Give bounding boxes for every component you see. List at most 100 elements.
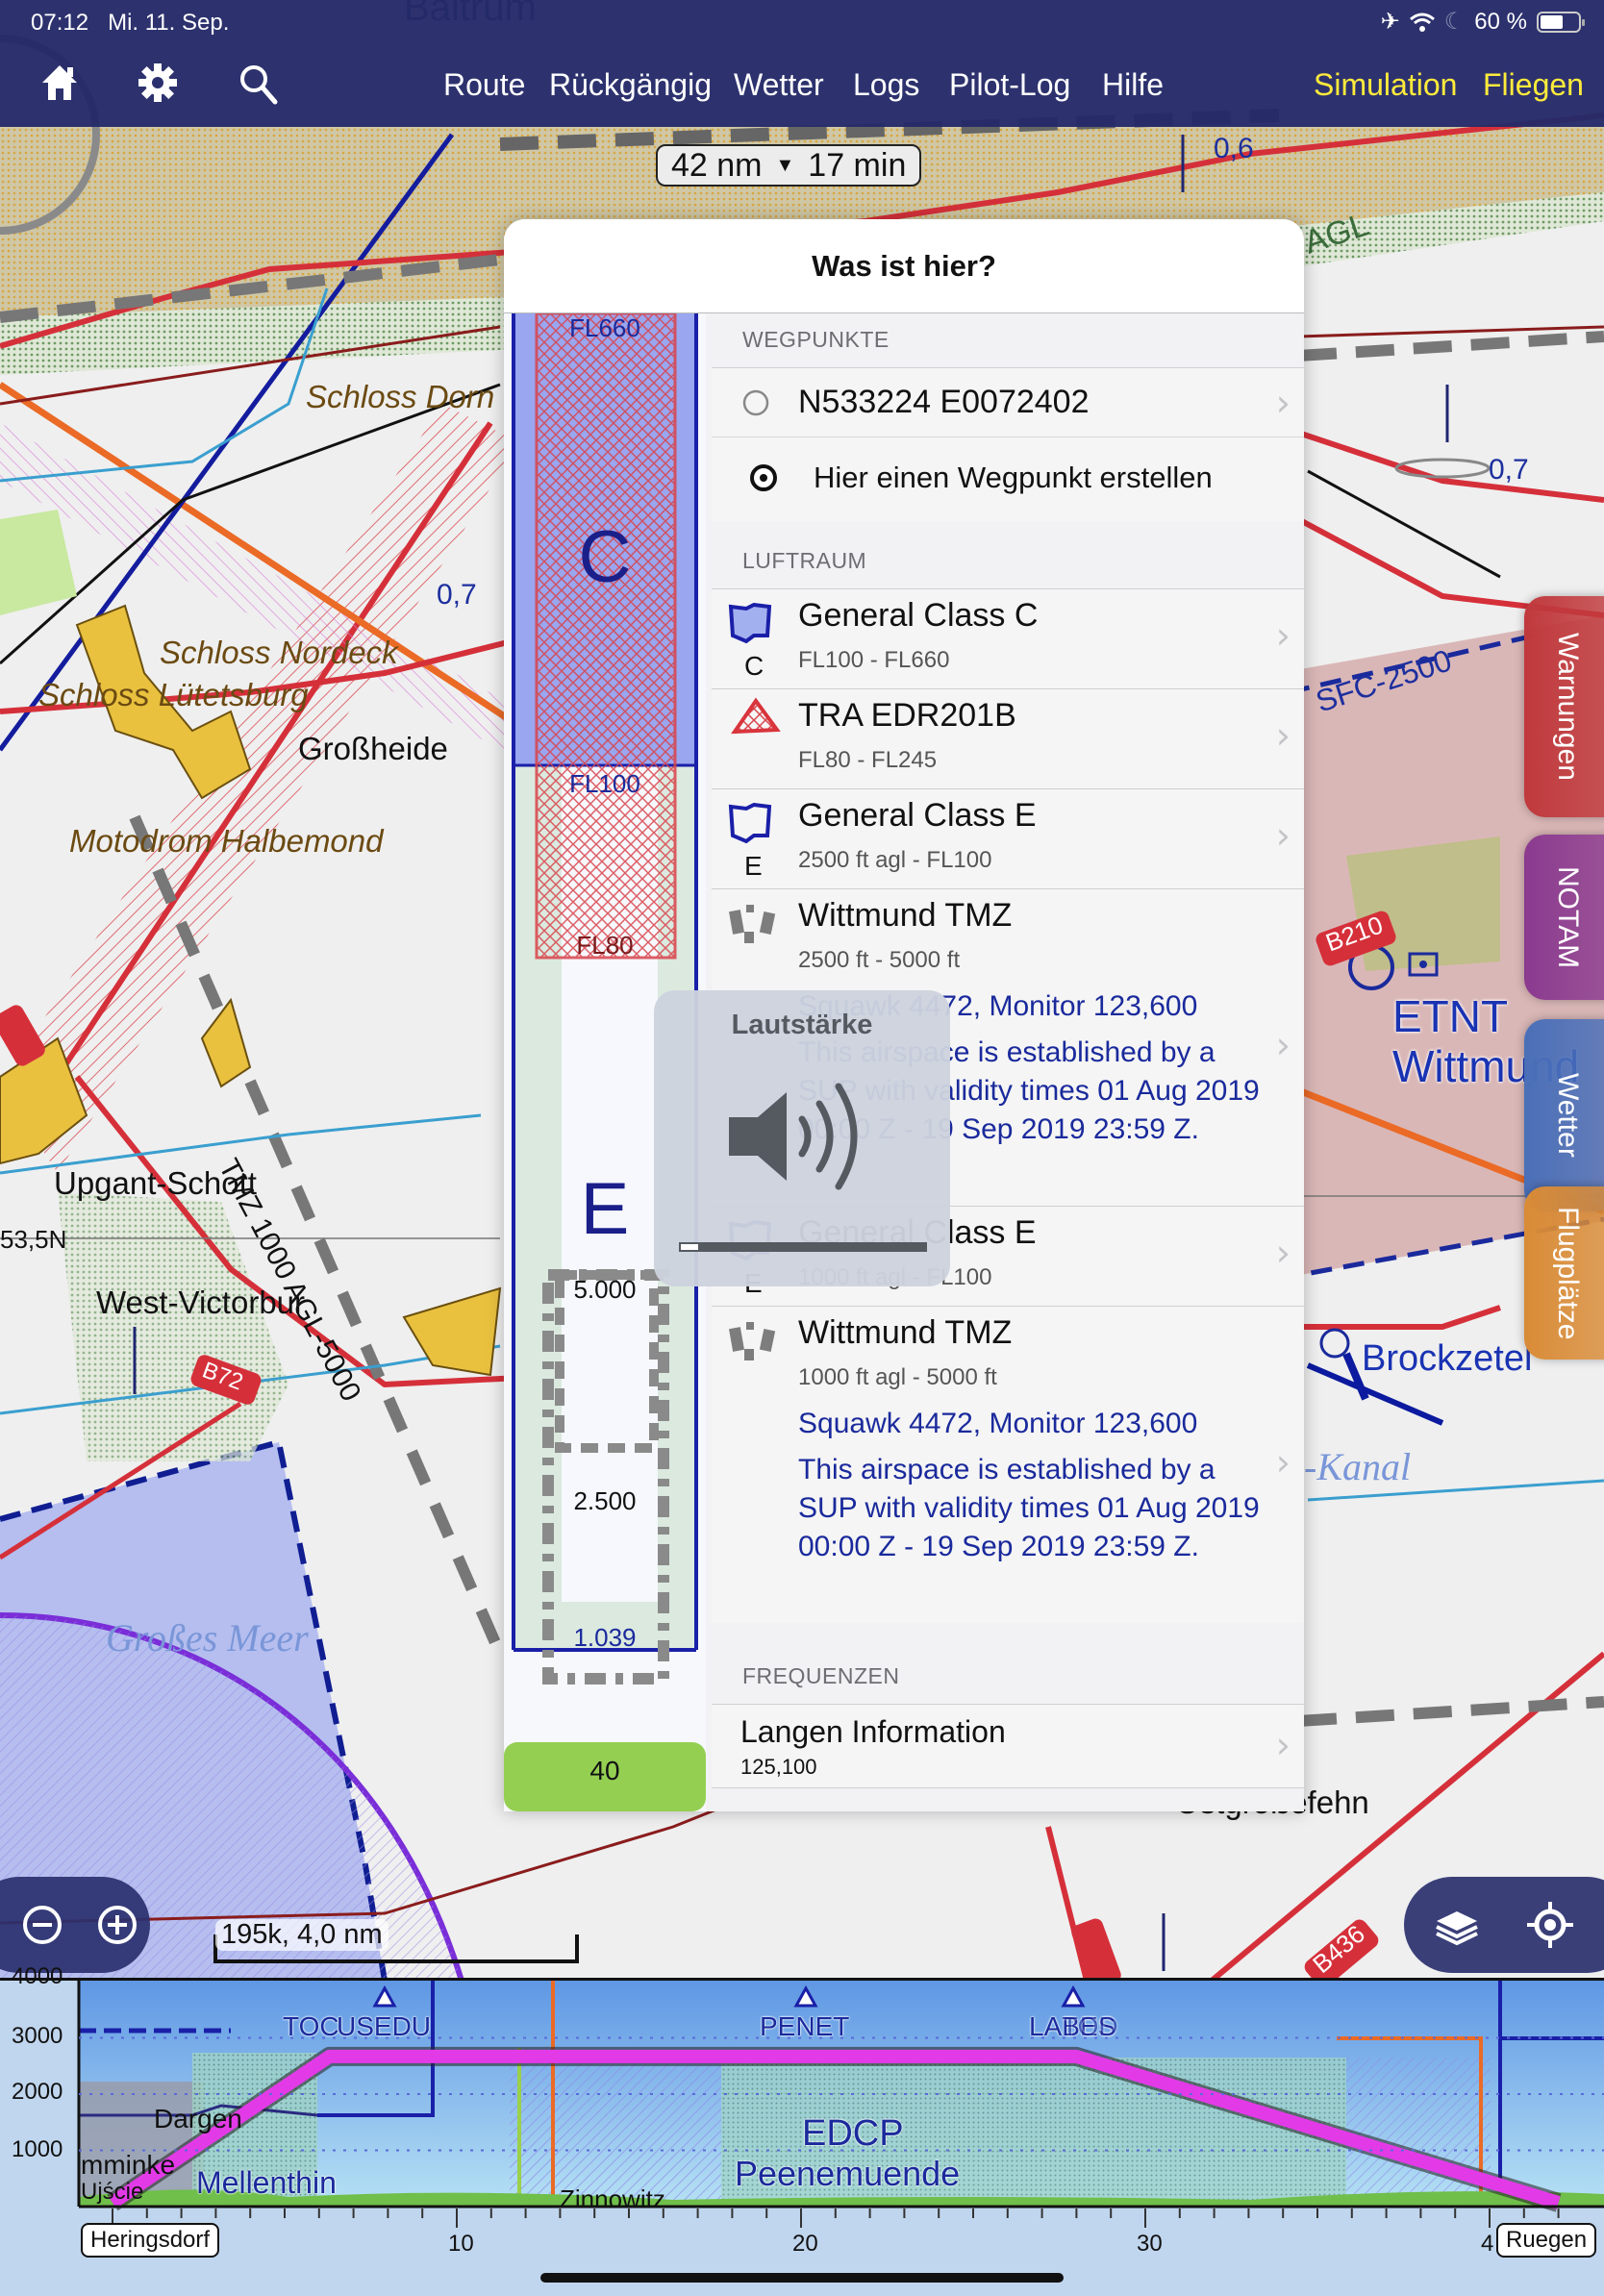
menu-logs[interactable]: Logs (853, 67, 919, 103)
airspace-row[interactable]: Wittmund TMZ 1000 ft agl - 5000 ft Squaw… (712, 1306, 1304, 1623)
chevron-right-icon: › (1275, 382, 1291, 424)
tmz-icon (729, 1322, 776, 1360)
map-scale-label: 195k, 4,0 nm (215, 1919, 388, 1951)
tab-weather[interactable]: Wetter (1524, 1019, 1604, 1211)
chevron-right-icon: › (1275, 1724, 1291, 1766)
airspace-name: Wittmund TMZ (798, 897, 1013, 934)
profile-y-tick: 4000 (12, 1963, 63, 1989)
section-header-frequencies: FREQUENZEN (742, 1663, 900, 1688)
tab-notam[interactable]: NOTAM (1524, 835, 1604, 1000)
profile-place: Peenemuende (735, 2154, 961, 2193)
status-bar-time: 07:12 Mi. 11. Sep. (31, 10, 229, 37)
alt-label-1039: 1.039 (573, 1623, 637, 1652)
map-label-grosses-meer: Großes Meer (106, 1616, 309, 1660)
menu-pilot-log[interactable]: Pilot-Log (949, 67, 1070, 103)
fly-button[interactable]: Fliegen (1483, 67, 1584, 103)
airspace-class-letter: C (744, 651, 764, 681)
chevron-right-icon: › (1275, 714, 1291, 757)
profile-place: Dargen (154, 2104, 242, 2134)
waypoint-coordinates-row[interactable]: N533224 E0072402 › (712, 367, 1304, 437)
airspace-name: General Class C (798, 597, 1039, 634)
frequency-row[interactable]: Langen Information 125,100 › (712, 1704, 1304, 1788)
frequency-value: 125,100 (740, 1755, 817, 1779)
profile-x-tick: 10 (448, 2231, 474, 2257)
map-label-brockzetel: Brockzetel (1362, 1338, 1533, 1379)
tmz-icon (729, 905, 776, 943)
airspace-row[interactable]: E General Class E 2500 ft agl - FL100 › (712, 788, 1304, 888)
status-bar-right: ✈ ☾ 60 % (1380, 8, 1585, 36)
frequency-name: Langen Information (740, 1714, 1006, 1749)
profile-place: mminke (81, 2150, 176, 2180)
profile-x-tick: 30 (1137, 2231, 1163, 2257)
map-label-motodrom: Motodrom Halbemond (69, 823, 384, 859)
menu-route[interactable]: Route (443, 67, 525, 103)
alt-label-fl660: FL660 (569, 313, 640, 342)
moon-icon: ☾ (1443, 9, 1466, 35)
create-waypoint-label: Hier einen Wegpunkt erstellen (814, 461, 1213, 494)
profile-place: Mellenthin (196, 2165, 337, 2200)
map-label-etnt: ETNT (1392, 991, 1509, 1041)
map-label-grossheide: Großheide (298, 731, 448, 766)
airspace-row[interactable]: TRA EDR201B FL80 - FL245 › (712, 688, 1304, 788)
map-label-schloss-dorn: Schloss Dorn (306, 379, 495, 414)
home-icon[interactable] (37, 60, 83, 106)
route-summary-pill[interactable]: 42 nm ▼ 17 min (656, 144, 922, 187)
airspace-class-e-icon (728, 803, 772, 844)
vertical-profile[interactable]: 4000 3000 2000 1000 10 20 30 4 Heringsdo… (0, 1963, 1604, 2296)
airspace-name: Wittmund TMZ (798, 1314, 1013, 1351)
home-indicator[interactable] (540, 2273, 1064, 2283)
circle-icon (742, 389, 769, 416)
menu-undo[interactable]: Rückgängig (549, 67, 712, 103)
airspace-range: FL80 - FL245 (798, 747, 938, 773)
airspace-name: TRA EDR201B (798, 697, 1016, 734)
airspace-name: General Class E (798, 797, 1037, 834)
alt-label-fl80: FL80 (576, 931, 634, 960)
battery-icon (1537, 11, 1585, 33)
profile-place: EDCP (802, 2113, 904, 2154)
caret-down-icon: ▼ (775, 154, 795, 176)
layer-controls (1404, 1877, 1604, 1973)
chevron-right-icon: › (1275, 1441, 1291, 1484)
map-label-latitude: 53,5N (0, 1225, 67, 1254)
create-waypoint-row[interactable]: Hier einen Wegpunkt erstellen (712, 437, 1304, 521)
target-icon (750, 464, 777, 491)
gear-icon[interactable] (135, 60, 181, 106)
volume-title: Lautstärke (731, 1010, 873, 1040)
chevron-right-icon: › (1275, 1232, 1291, 1274)
panel-title: Was ist hier? (504, 219, 1304, 313)
restricted-area-icon (731, 697, 781, 735)
status-date: Mi. 11. Sep. (108, 10, 230, 36)
layers-icon[interactable] (1433, 1902, 1481, 1948)
search-icon[interactable] (235, 60, 281, 106)
status-time: 07:12 (31, 10, 89, 36)
profile-x-tick: 4 (1481, 2231, 1494, 2257)
zoom-out-icon[interactable] (21, 1904, 63, 1946)
profile-y-tick: 1000 (12, 2136, 63, 2162)
top-toolbar: 07:12 Mi. 11. Sep. ✈ ☾ 60 % Route Rückgä… (0, 0, 1604, 127)
locate-icon[interactable] (1525, 1900, 1575, 1950)
tab-warnings-label: Warnungen (1552, 633, 1584, 781)
airspace-note-validity: This airspace is established by a SUP wi… (798, 1454, 1260, 1562)
section-header-waypoints: WEGPUNKTE (742, 327, 890, 352)
profile-waypoint-toc: TOC (283, 2011, 339, 2041)
zoom-in-icon[interactable] (96, 1904, 138, 1946)
simulation-button[interactable]: Simulation (1314, 67, 1457, 103)
volume-hud: Lautstärke (654, 990, 950, 1286)
airspace-range: 2500 ft - 5000 ft (798, 947, 961, 973)
battery-percent: 60 % (1474, 8, 1527, 35)
airspace-note-squawk: Squawk 4472, Monitor 123,600 (798, 1408, 1198, 1439)
profile-x-tick: 20 (792, 2231, 818, 2257)
menu-weather[interactable]: Wetter (734, 67, 824, 103)
chevron-right-icon: › (1275, 814, 1291, 857)
section-header-airspace: LUFTRAUM (742, 548, 867, 573)
profile-end-airport[interactable]: Ruegen (1496, 2223, 1597, 2258)
map-label-obstacle-2: 0,7 (1489, 454, 1529, 486)
tab-airfields[interactable]: Flugplätze (1524, 1186, 1604, 1360)
airplane-mode-icon: ✈ (1380, 9, 1400, 35)
chevron-right-icon: › (1275, 1024, 1291, 1066)
menu-help[interactable]: Hilfe (1102, 67, 1164, 103)
tab-warnings[interactable]: Warnungen (1524, 596, 1604, 817)
airspace-row[interactable]: C General Class C FL100 - FL660 › (712, 588, 1304, 688)
tab-weather-label: Wetter (1552, 1073, 1584, 1158)
profile-start-airport[interactable]: Heringsdorf (81, 2223, 220, 2258)
